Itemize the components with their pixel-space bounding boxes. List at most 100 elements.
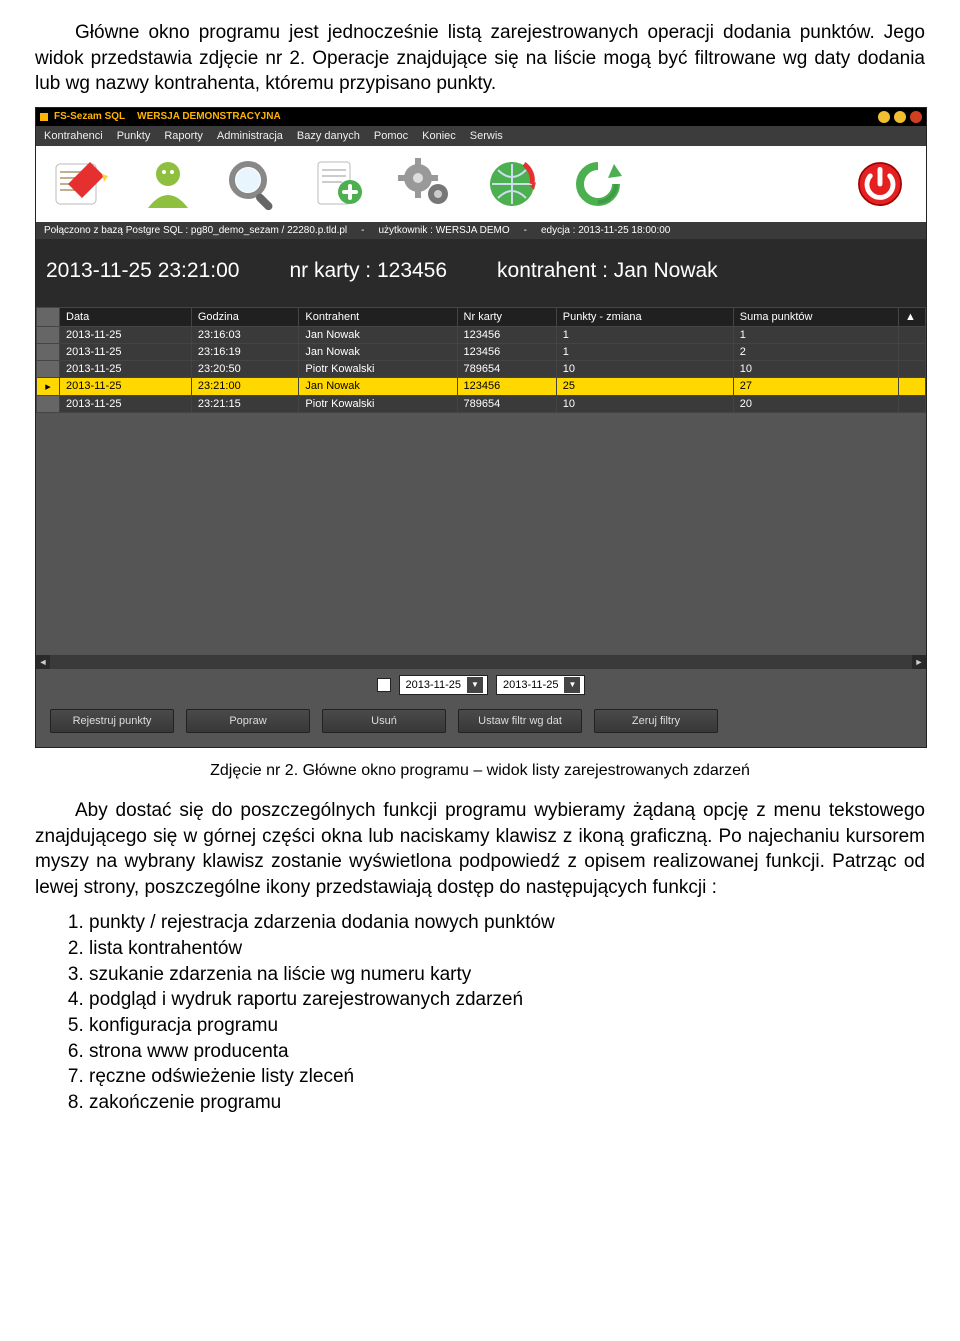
cell: 10	[733, 360, 898, 377]
col-marker	[37, 307, 60, 326]
menu-pomoc[interactable]: Pomoc	[374, 130, 408, 142]
cell: Piotr Kowalski	[299, 395, 457, 412]
toolbar	[36, 146, 926, 222]
filter-date-to-dropdown-icon[interactable]: ▼	[564, 677, 580, 693]
cell: 2013-11-25	[60, 395, 192, 412]
cell: 10	[556, 395, 733, 412]
table-row[interactable]: 2013-11-2523:21:15Piotr Kowalski78965410…	[37, 395, 926, 412]
current-card: nr karty : 123456	[289, 259, 447, 283]
cell: 20	[733, 395, 898, 412]
cell: 123456	[457, 343, 556, 360]
table-row[interactable]: 2013-11-2523:16:03Jan Nowak12345611	[37, 326, 926, 343]
cell-tail	[899, 395, 926, 412]
menu-administracja[interactable]: Administracja	[217, 130, 283, 142]
list-item: punkty / rejestracja zdarzenia dodania n…	[89, 910, 925, 936]
table-empty-area: ◄ ►	[36, 413, 926, 669]
cell: 789654	[457, 395, 556, 412]
cell: Piotr Kowalski	[299, 360, 457, 377]
menu-punkty[interactable]: Punkty	[117, 130, 151, 142]
scroll-left-arrow[interactable]: ◄	[36, 655, 50, 669]
status-connection: Połączono z bazą Postgre SQL : pg80_demo…	[44, 225, 347, 236]
row-marker	[37, 360, 60, 377]
menu-bazy-danych[interactable]: Bazy danych	[297, 130, 360, 142]
menu-raporty[interactable]: Raporty	[164, 130, 203, 142]
toolbar-refresh-icon[interactable]	[562, 152, 634, 216]
row-marker: ▸	[37, 377, 60, 395]
col-suma-punktow[interactable]: Suma punktów	[733, 307, 898, 326]
cell: 789654	[457, 360, 556, 377]
toolbar-www-icon[interactable]	[476, 152, 548, 216]
col-nr-karty[interactable]: Nr karty	[457, 307, 556, 326]
menu-koniec[interactable]: Koniec	[422, 130, 456, 142]
list-item: szukanie zdarzenia na liście wg numeru k…	[89, 962, 925, 988]
btn-ustaw-filtr[interactable]: Ustaw filtr wg dat	[458, 709, 582, 733]
btn-popraw[interactable]: Popraw	[186, 709, 310, 733]
cell: 23:20:50	[191, 360, 299, 377]
function-list: punkty / rejestracja zdarzenia dodania n…	[35, 910, 925, 1115]
cell: 23:21:00	[191, 377, 299, 395]
cell: 1	[733, 326, 898, 343]
cell: 123456	[457, 377, 556, 395]
toolbar-exit-icon[interactable]	[844, 152, 916, 216]
btn-zeruj-filtry[interactable]: Zeruj filtry	[594, 709, 718, 733]
menu-kontrahenci[interactable]: Kontrahenci	[44, 130, 103, 142]
window-close-button[interactable]	[910, 111, 922, 123]
cell: 2013-11-25	[60, 326, 192, 343]
btn-rejestruj-punkty[interactable]: Rejestruj punkty	[50, 709, 174, 733]
toolbar-report-icon[interactable]	[304, 152, 376, 216]
events-table: Data Godzina Kontrahent Nr karty Punkty …	[36, 307, 926, 413]
menu-serwis[interactable]: Serwis	[470, 130, 503, 142]
app-icon	[40, 113, 48, 121]
filter-date-from-value: 2013-11-25	[406, 679, 461, 691]
action-buttons-row: Rejestruj punkty Popraw Usuń Ustaw filtr…	[36, 701, 926, 747]
cell: 23:16:03	[191, 326, 299, 343]
col-kontrahent[interactable]: Kontrahent	[299, 307, 457, 326]
status-bar: Połączono z bazą Postgre SQL : pg80_demo…	[36, 222, 926, 239]
col-punkty-zmiana[interactable]: Punkty - zmiana	[556, 307, 733, 326]
app-title: FS-Sezam SQL	[54, 111, 125, 122]
btn-usun[interactable]: Usuń	[322, 709, 446, 733]
table-row[interactable]: 2013-11-2523:20:50Piotr Kowalski78965410…	[37, 360, 926, 377]
cell-tail	[899, 326, 926, 343]
cell: 23:16:19	[191, 343, 299, 360]
cell: 1	[556, 326, 733, 343]
cell: 25	[556, 377, 733, 395]
window-maximize-button[interactable]	[894, 111, 906, 123]
current-contractor: kontrahent : Jan Nowak	[497, 259, 718, 283]
list-item: konfiguracja programu	[89, 1013, 925, 1039]
toolbar-config-icon[interactable]	[390, 152, 462, 216]
col-sort-indicator[interactable]: ▲	[899, 307, 926, 326]
cell: 27	[733, 377, 898, 395]
filter-date-from[interactable]: 2013-11-25 ▼	[399, 675, 488, 695]
cell: 2013-11-25	[60, 343, 192, 360]
col-data[interactable]: Data	[60, 307, 192, 326]
table-row[interactable]: ▸2013-11-2523:21:00Jan Nowak1234562527	[37, 377, 926, 395]
cell: 123456	[457, 326, 556, 343]
toolbar-contractors-icon[interactable]	[132, 152, 204, 216]
cell: 2	[733, 343, 898, 360]
filter-date-to[interactable]: 2013-11-25 ▼	[496, 675, 585, 695]
cell: 1	[556, 343, 733, 360]
app-window: FS-Sezam SQL WERSJA DEMONSTRACYJNA Kontr…	[35, 107, 927, 748]
filter-date-to-value: 2013-11-25	[503, 679, 558, 691]
filter-enable-checkbox[interactable]	[377, 678, 391, 692]
toolbar-search-icon[interactable]	[218, 152, 290, 216]
horizontal-scrollbar[interactable]: ◄ ►	[36, 655, 926, 669]
intro-para-2: Aby dostać się do poszczególnych funkcji…	[35, 798, 925, 901]
toolbar-register-points-icon[interactable]	[46, 152, 118, 216]
cell: 10	[556, 360, 733, 377]
col-godzina[interactable]: Godzina	[191, 307, 299, 326]
list-item: strona www producenta	[89, 1039, 925, 1065]
list-item: podgląd i wydruk raportu zarejestrowanyc…	[89, 987, 925, 1013]
scroll-right-arrow[interactable]: ►	[912, 655, 926, 669]
cell: Jan Nowak	[299, 343, 457, 360]
window-minimize-button[interactable]	[878, 111, 890, 123]
row-marker	[37, 343, 60, 360]
table-row[interactable]: 2013-11-2523:16:19Jan Nowak12345612	[37, 343, 926, 360]
current-record-bar: 2013-11-25 23:21:00 nr karty : 123456 ko…	[36, 239, 926, 307]
cell: 2013-11-25	[60, 360, 192, 377]
filter-date-from-dropdown-icon[interactable]: ▼	[467, 677, 483, 693]
row-marker	[37, 395, 60, 412]
cell: 23:21:15	[191, 395, 299, 412]
list-item: ręczne odświeżenie listy zleceń	[89, 1064, 925, 1090]
